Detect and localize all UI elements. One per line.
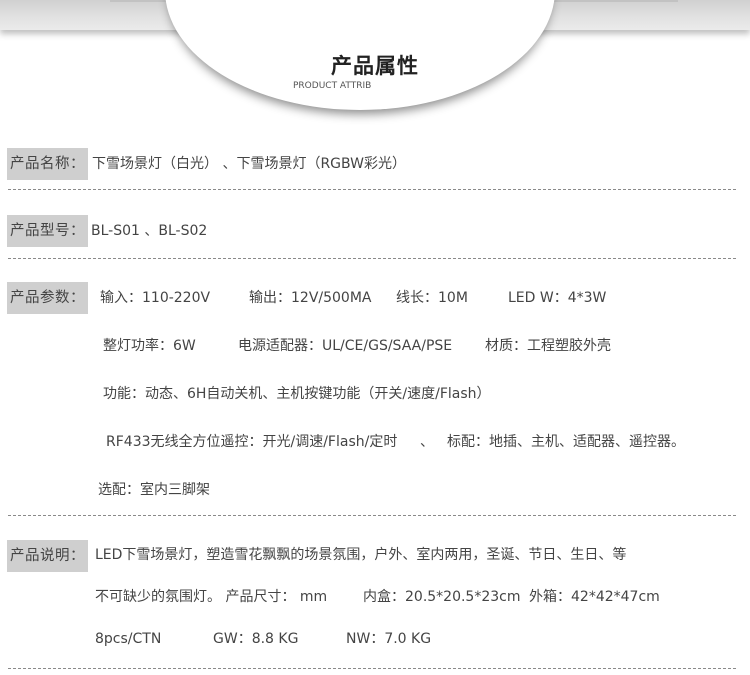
product-name-label: 产品名称： [7, 148, 88, 180]
desc-size: 不可缺少的氛围灯。 产品尺寸： mm [95, 589, 328, 605]
divider [8, 668, 736, 669]
desc-inner-box: 内盒：20.5*20.5*23cm [363, 589, 521, 605]
section-subtitle: PRODUCT ATTRIB [293, 81, 372, 91]
param-optional-kit: 选配：室内三脚架 [98, 482, 210, 498]
desc-pcs-per-carton: 8pcs/CTN [95, 631, 162, 647]
desc-net-weight: NW：7.0 KG [346, 631, 432, 647]
param-input: 输入：110-220V [100, 290, 211, 306]
section-title: 产品属性 [331, 54, 419, 78]
param-standard-kit: 标配：地插、主机、适配器、遥控器。 [447, 434, 685, 450]
param-total-power: 整灯功率：6W [103, 338, 196, 354]
param-function: 功能：动态、6H自动关机、主机按键功能（开关/速度/Flash） [103, 386, 491, 402]
desc-outer-carton: 外箱：42*42*47cm [529, 589, 660, 605]
product-model-label: 产品型号： [7, 215, 88, 247]
divider [8, 189, 736, 190]
product-desc-label: 产品说明： [7, 540, 88, 572]
param-output: 输出：12V/500MA [249, 290, 372, 306]
divider [8, 258, 736, 259]
product-name-value: 下雪场景灯（白光） 、下雪场景灯（RGBW彩光） [92, 156, 406, 172]
param-material: 材质：工程塑胶外壳 [485, 338, 611, 354]
section-header: 产品属性 [0, 50, 750, 80]
divider [8, 515, 736, 516]
param-separator: 、 [420, 434, 434, 450]
param-led-wattage: LED W：4*3W [508, 290, 607, 306]
param-cable-length: 线长：10M [396, 290, 468, 306]
desc-gross-weight: GW：8.8 KG [213, 631, 299, 647]
product-params-label: 产品参数： [7, 282, 88, 314]
product-model-value: BL-S01 、BL-S02 [91, 223, 208, 239]
param-power-adapter: 电源适配器：UL/CE/GS/SAA/PSE [238, 338, 453, 354]
desc-line-1: LED下雪场景灯，塑造雪花飘飘的场景氛围，户外、室内两用，圣诞、节日、生日、等 [95, 547, 627, 563]
param-remote: RF433无线全方位遥控：开光/调速/Flash/定时 [106, 434, 398, 450]
